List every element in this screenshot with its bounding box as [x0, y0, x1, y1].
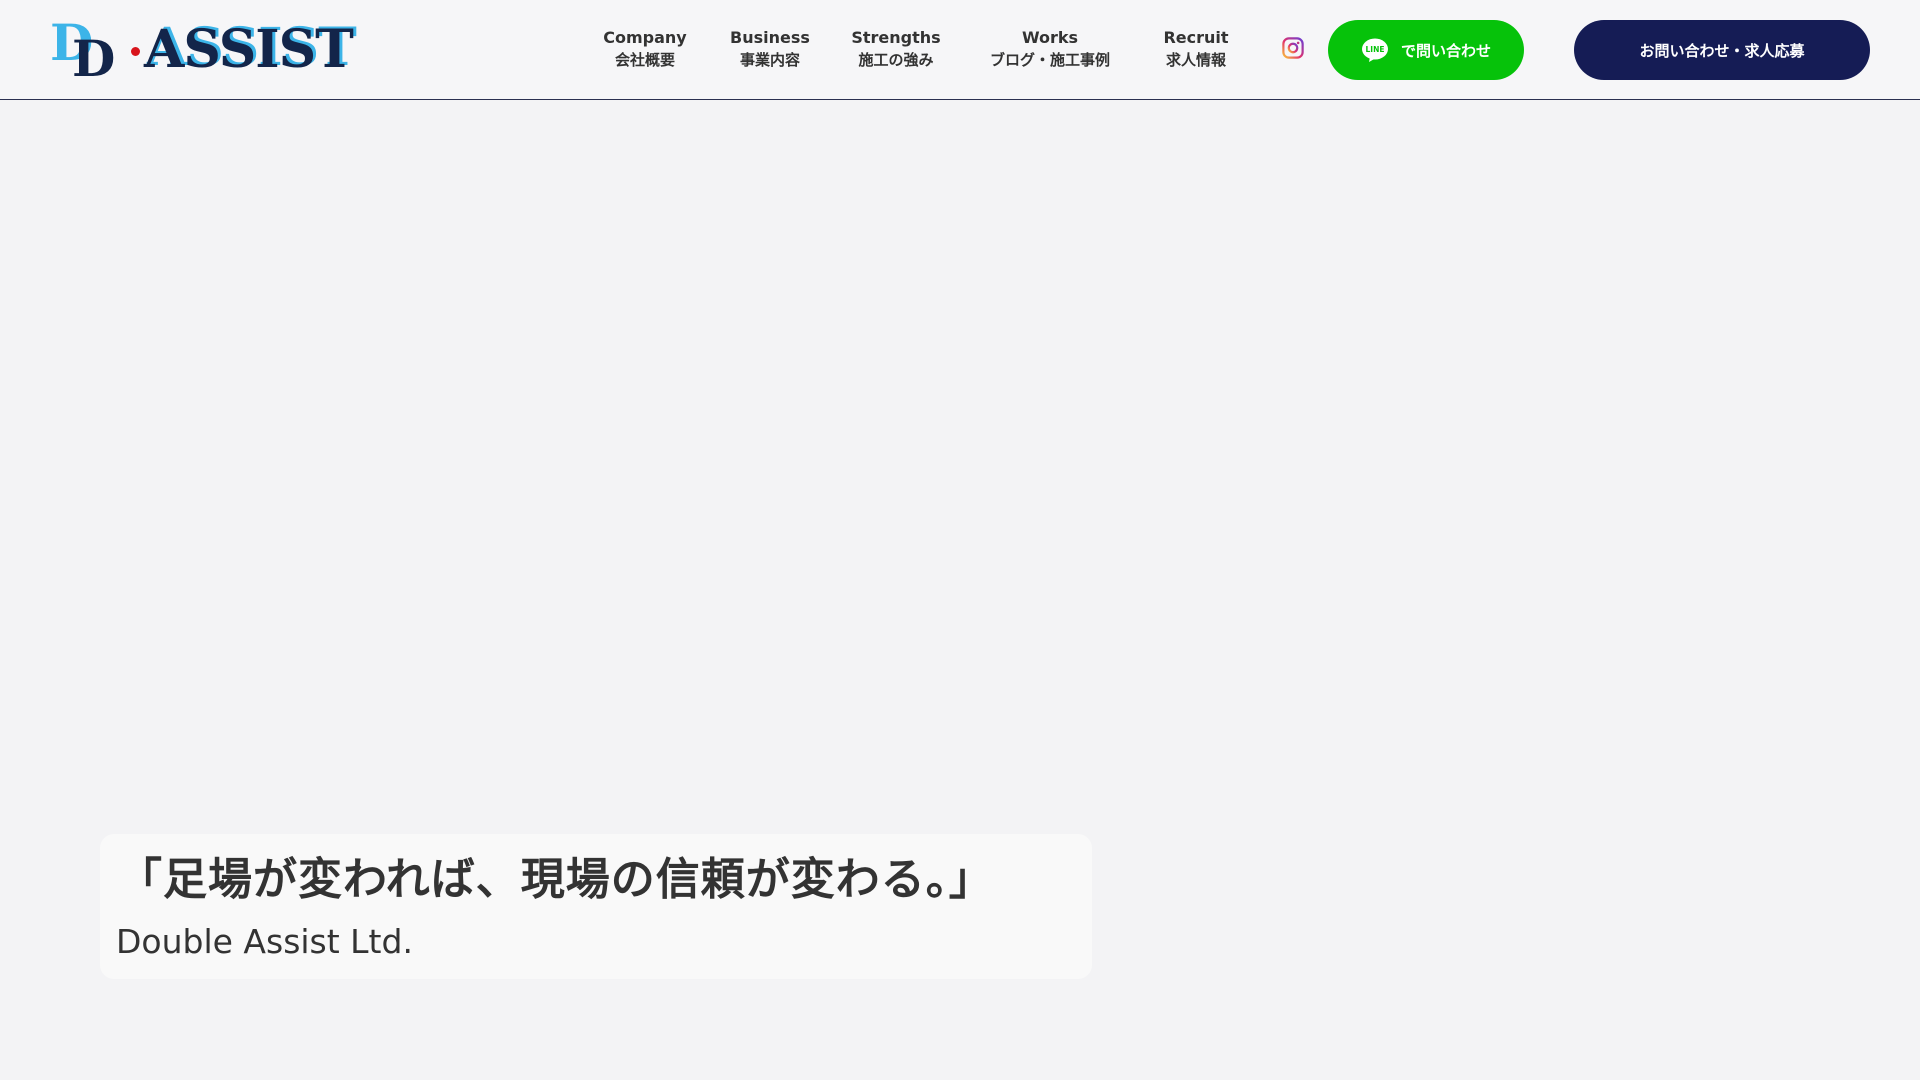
nav-item-recruit[interactable]: Recruit 求人情報 — [1152, 26, 1240, 76]
nav-item-en-label: Business — [730, 28, 810, 47]
hero-subtitle: Double Assist Ltd. — [116, 922, 413, 961]
nav-item-works[interactable]: Works ブログ・施工事例 — [980, 26, 1120, 76]
nav-item-en-label: Works — [1021, 28, 1079, 47]
nav-item-ja-label: 施工の強み — [858, 51, 934, 69]
nav-item-en-label: Company — [603, 28, 687, 47]
site-logo[interactable]: D D ASSIST — [50, 18, 370, 88]
contact-recruit-button[interactable]: お問い合わせ・求人応募 — [1574, 20, 1870, 80]
nav-item-en-label: Recruit — [1163, 28, 1229, 47]
nav-item-company[interactable]: Company 会社概要 — [600, 26, 690, 76]
nav-item-ja-label: 会社概要 — [614, 51, 675, 69]
logo-dot — [131, 47, 140, 56]
line-contact-button[interactable]: LINE で問い合わせ — [1328, 20, 1524, 80]
nav-item-business[interactable]: Business 事業内容 — [725, 26, 815, 76]
instagram-icon[interactable] — [1282, 37, 1304, 59]
line-icon: LINE — [1361, 38, 1388, 62]
nav-item-ja-label: ブログ・施工事例 — [989, 51, 1110, 69]
hero-title: 「足場が変われば、現場の信頼が変わる。」 — [118, 854, 994, 905]
contact-button-label: お問い合わせ・求人応募 — [1639, 41, 1805, 60]
nav-item-ja-label: 求人情報 — [1165, 51, 1226, 69]
nav-item-ja-label: 事業内容 — [739, 51, 800, 69]
site-header: D D ASSIST Company 会社概要 Business 事業内容 St… — [0, 0, 1920, 100]
logo-letter-2: D — [72, 29, 116, 88]
line-icon-text: LINE — [1365, 45, 1384, 54]
logo-wordmark: ASSIST — [144, 19, 354, 80]
nav-item-en-label: Strengths — [851, 28, 941, 47]
hero-caption-card: 「足場が変われば、現場の信頼が変わる。」 Double Assist Ltd. — [100, 834, 1092, 979]
nav-item-strengths[interactable]: Strengths 施工の強み — [845, 26, 947, 76]
line-button-label: で問い合わせ — [1400, 41, 1491, 60]
